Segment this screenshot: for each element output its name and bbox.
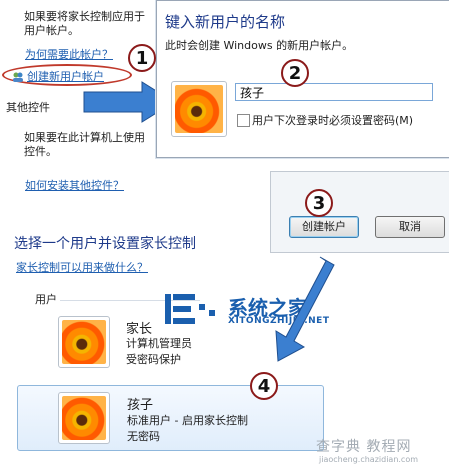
step-badge-2: 2 [281,59,309,87]
install-controls-link[interactable]: 如何安装其他控件？ [25,177,124,193]
new-user-avatar [171,81,227,137]
flower-avatar-icon [175,85,223,133]
why-account-link[interactable]: 为何需要此帐户？ [25,46,113,62]
create-account-button[interactable]: 创建帐户 [289,216,359,238]
other-desc-line-2: 控件。 [24,145,57,158]
other-controls-heading: 其他控件 [6,101,50,114]
username-input[interactable] [235,83,433,101]
logo-icon [165,294,215,324]
step-badge-3: 3 [305,189,333,217]
arrow-down-icon [275,256,335,362]
child-role: 标准用户 - 启用家长控制 [127,414,248,427]
child-user-card[interactable]: 孩子 标准用户 - 启用家长控制 无密码 [17,385,324,451]
dialog-buttons-panel: 创建帐户 取消 [270,171,449,253]
child-name: 孩子 [127,398,154,413]
child-avatar [58,392,110,444]
step-badge-4: 4 [250,372,278,400]
what-can-controls-do-link[interactable]: 家长控制可以用来做什么？ [16,259,148,275]
users-label: 用户 [35,293,57,306]
dialog-title: 键入新用户的名称 [165,13,286,31]
section-heading: 选择一个用户并设置家长控制 [14,236,196,252]
cancel-button[interactable]: 取消 [375,216,445,238]
password-checkbox[interactable] [237,114,250,127]
desc-line-2: 用户帐户。 [24,24,79,37]
parent-role: 计算机管理员 [126,337,192,350]
flower-avatar-icon [62,396,106,440]
step-badge-1: 1 [128,44,156,72]
parent-password-status: 受密码保护 [126,353,181,366]
watermark-site: 查字典 教程网 [316,439,412,455]
parent-name[interactable]: 家长 [126,318,152,337]
password-checkbox-label: 用户下次登录时必须设置密码(M) [252,114,414,127]
watermark-url: jiaocheng.chazidian.com [319,455,419,464]
child-password-status: 无密码 [127,430,160,443]
desc-line-1: 如果要将家长控制应用于 [24,10,145,23]
dialog-subtitle: 此时会创建 Windows 的新用户帐户。 [165,39,354,52]
parent-avatar[interactable] [58,316,110,368]
flower-avatar-icon [62,320,106,364]
other-desc-line-1: 如果要在此计算机上使用 [24,131,145,144]
parental-controls-window: 如果要将家长控制应用于 用户帐户。 为何需要此帐户？ 创建新用户帐户 其他控件 … [0,0,449,468]
users-icon [12,68,24,82]
